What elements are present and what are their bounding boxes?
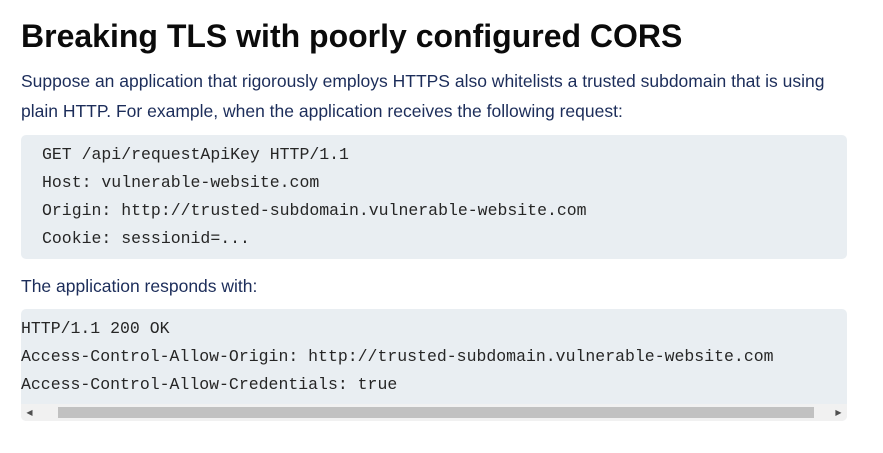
response-intro-paragraph: The application responds with: xyxy=(21,276,258,296)
response-code-block: HTTP/1.1 200 OK Access-Control-Allow-Ori… xyxy=(21,309,847,421)
request-code-block: GET /api/requestApiKey HTTP/1.1 Host: vu… xyxy=(21,135,847,259)
scroll-left-arrow-icon[interactable]: ◀ xyxy=(21,404,38,421)
request-line: Cookie: sessionid=... xyxy=(42,229,250,248)
response-line: Access-Control-Allow-Credentials: true xyxy=(21,375,398,394)
request-line: Host: vulnerable-website.com xyxy=(42,173,320,192)
request-line: Origin: http://trusted-subdomain.vulnera… xyxy=(42,201,587,220)
intro-paragraph: Suppose an application that rigorously e… xyxy=(21,71,825,121)
response-line: HTTP/1.1 200 OK xyxy=(21,319,170,338)
horizontal-scrollbar[interactable]: ◀ ▶ xyxy=(21,404,847,421)
request-line: GET /api/requestApiKey HTTP/1.1 xyxy=(42,145,349,164)
response-line: Access-Control-Allow-Origin: http://trus… xyxy=(21,347,774,366)
section-heading: Breaking TLS with poorly configured CORS xyxy=(21,18,683,54)
scrollbar-thumb[interactable] xyxy=(58,407,814,418)
scroll-right-arrow-icon[interactable]: ▶ xyxy=(830,404,847,421)
